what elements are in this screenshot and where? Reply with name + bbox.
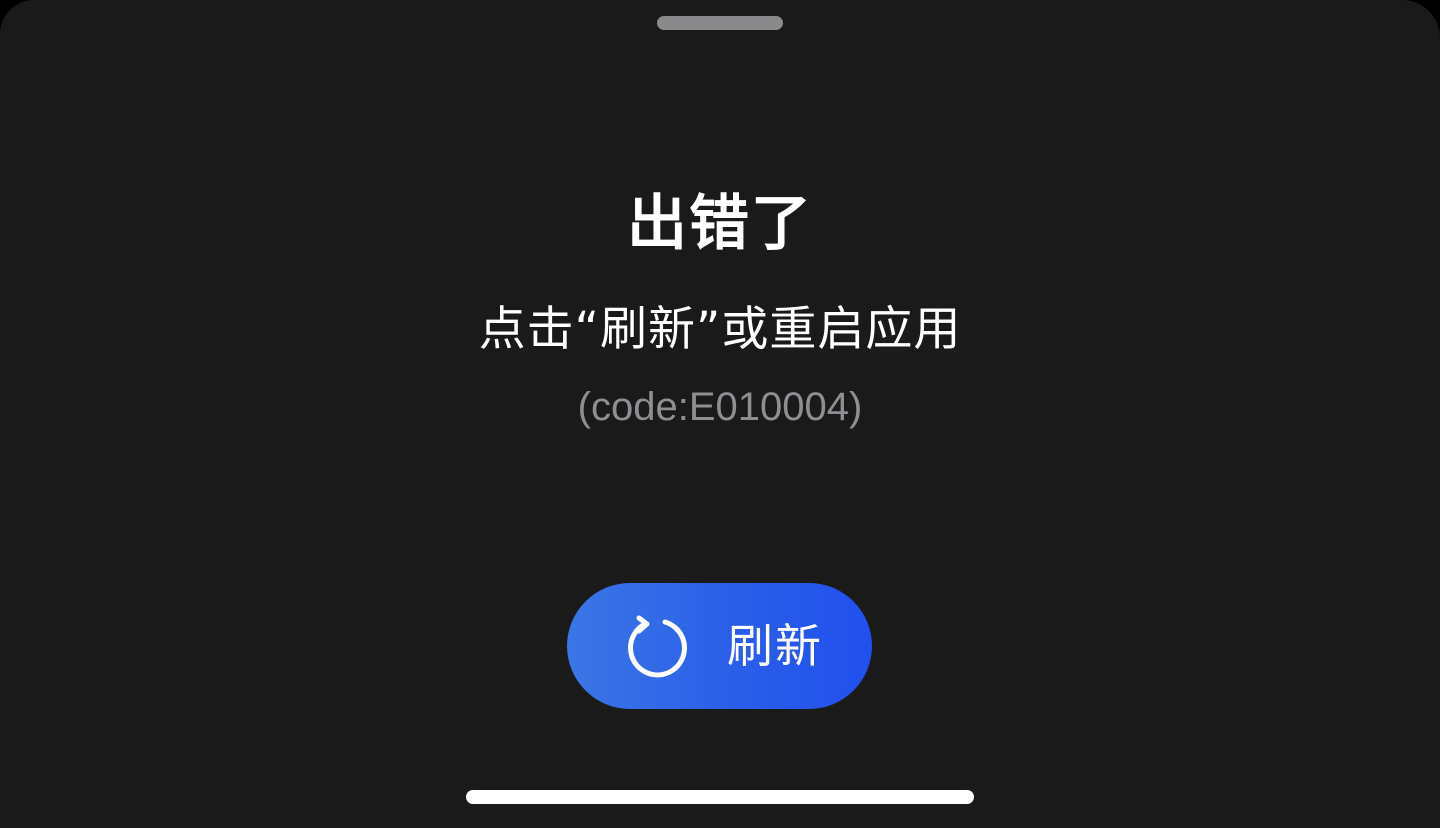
- error-code: (code:E010004): [577, 385, 863, 429]
- error-title: 出错了: [627, 189, 813, 259]
- error-screen: ≋ 出错了 点击“刷新”或重启应用 (code:E010004) 刷新: [0, 0, 1440, 828]
- sheet-grabber[interactable]: [657, 16, 783, 30]
- error-message: 点击“刷新”或重启应用: [478, 302, 962, 357]
- refresh-button-label: 刷新: [727, 619, 823, 673]
- corner-status-fragment: ≋: [1408, 0, 1440, 9]
- home-indicator[interactable]: [466, 790, 974, 804]
- refresh-icon: [625, 613, 691, 679]
- refresh-button[interactable]: 刷新: [567, 583, 872, 709]
